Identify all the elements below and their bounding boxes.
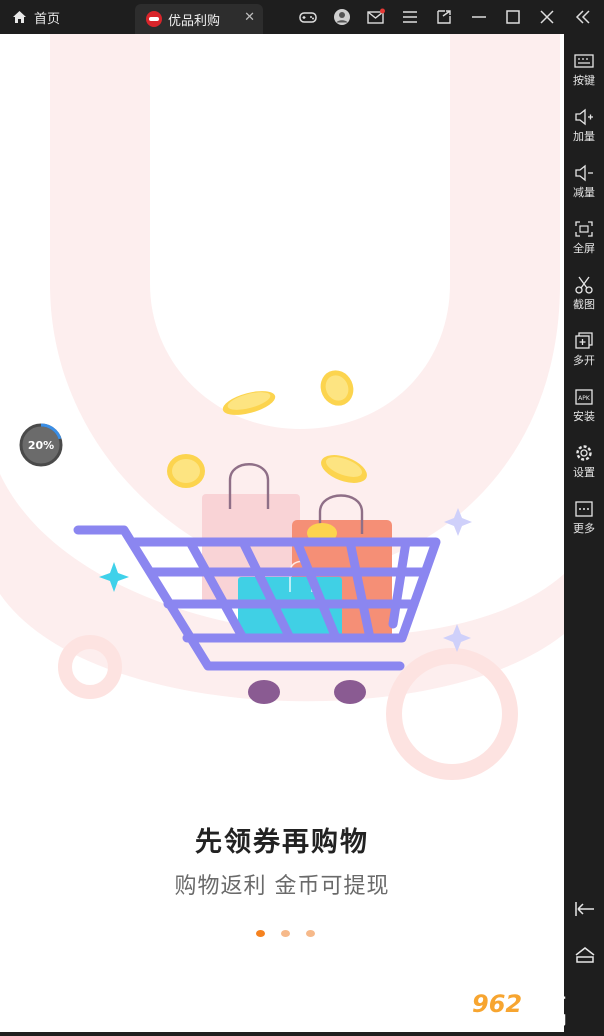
sidebar-item-label: 设置 xyxy=(573,466,595,479)
emulator-title-bar: 首页 优品利购 ✕ xyxy=(0,0,604,34)
menu-icon[interactable] xyxy=(401,8,419,26)
shrink-icon[interactable] xyxy=(435,8,453,26)
keyboard-icon xyxy=(574,54,594,68)
more-icon xyxy=(575,501,593,517)
sidebar-item-settings[interactable]: 设置 xyxy=(564,444,604,480)
home-tab-label: 首页 xyxy=(34,11,61,27)
phone-screen: 20% 先领券再购物 购物返利 金币可提现 xyxy=(0,34,564,1032)
cart-wheel xyxy=(248,680,280,704)
page-dot-active[interactable] xyxy=(256,930,265,937)
background-arch xyxy=(50,34,560,574)
apk-icon: APK xyxy=(575,389,593,405)
sidebar-item-fullscreen[interactable]: 全屏 xyxy=(564,220,604,256)
home-button-icon[interactable] xyxy=(574,946,596,964)
sidebar-item-label: 更多 xyxy=(573,522,595,535)
scissors-icon xyxy=(575,276,593,294)
sidebar-item-more[interactable]: 更多 xyxy=(564,500,604,536)
maximize-icon[interactable] xyxy=(504,8,522,26)
close-icon[interactable] xyxy=(538,8,556,26)
sidebar-item-label: 按键 xyxy=(573,74,595,87)
app-tab[interactable]: 优品利购 ✕ xyxy=(135,4,263,34)
sidebar-item-label: 加量 xyxy=(573,130,595,143)
settings-icon xyxy=(576,445,592,461)
volume-up-icon xyxy=(575,108,593,126)
splash-progress-ring[interactable]: 20% xyxy=(19,423,63,467)
sidebar-item-screenshot[interactable]: 截图 xyxy=(564,276,604,312)
watermark-logo: 962 .NET 乐游网 xyxy=(468,988,598,1032)
app-tab-label: 优品利购 xyxy=(168,13,221,29)
sidebar-item-label: 减量 xyxy=(573,186,595,199)
tab-close-button[interactable]: ✕ xyxy=(244,10,255,25)
fullscreen-icon xyxy=(575,221,593,237)
app-logo-icon xyxy=(146,11,162,27)
sidebar-item-label: 截图 xyxy=(573,298,595,311)
splash-headline: 先领券再购物 xyxy=(195,827,369,858)
collapse-sidebar-icon[interactable] xyxy=(574,8,592,26)
svg-text:乐游网: 乐游网 xyxy=(530,1012,566,1027)
svg-text:962: 962 xyxy=(472,990,522,1018)
mail-icon[interactable] xyxy=(367,8,385,26)
sidebar-item-volume-up[interactable]: 加量 xyxy=(564,108,604,144)
home-tab[interactable]: 首页 xyxy=(12,0,60,34)
account-icon[interactable] xyxy=(333,8,351,26)
sidebar-item-volume-down[interactable]: 减量 xyxy=(564,164,604,200)
minimize-icon[interactable] xyxy=(470,8,488,26)
volume-down-icon xyxy=(575,164,593,182)
sidebar-item-multi-instance[interactable]: 多开 xyxy=(564,332,604,368)
back-icon[interactable] xyxy=(574,900,596,918)
progress-text: 20% xyxy=(27,438,55,452)
emulator-sidebar: 按键 加量 减量 全屏 截图 多开 APK 安装 设置 更多 xyxy=(564,34,604,1036)
sidebar-item-install[interactable]: APK 安装 xyxy=(564,388,604,424)
gamepad-icon[interactable] xyxy=(299,8,317,26)
splash-subline: 购物返利 金币可提现 xyxy=(174,874,390,899)
cart-wheel xyxy=(334,680,366,704)
home-icon xyxy=(13,11,26,23)
sidebar-item-keys[interactable]: 按键 xyxy=(564,52,604,88)
sidebar-item-label: 多开 xyxy=(573,354,595,367)
page-dot[interactable] xyxy=(306,930,315,937)
svg-text:APK: APK xyxy=(578,395,591,402)
sidebar-item-label: 安装 xyxy=(573,410,595,423)
multi-instance-icon xyxy=(575,332,593,349)
page-dot[interactable] xyxy=(281,930,290,937)
watermark-graphic: 962 .NET 乐游网 xyxy=(472,990,566,1027)
sidebar-item-label: 全屏 xyxy=(573,242,595,255)
svg-text:.NET: .NET xyxy=(524,993,565,1012)
